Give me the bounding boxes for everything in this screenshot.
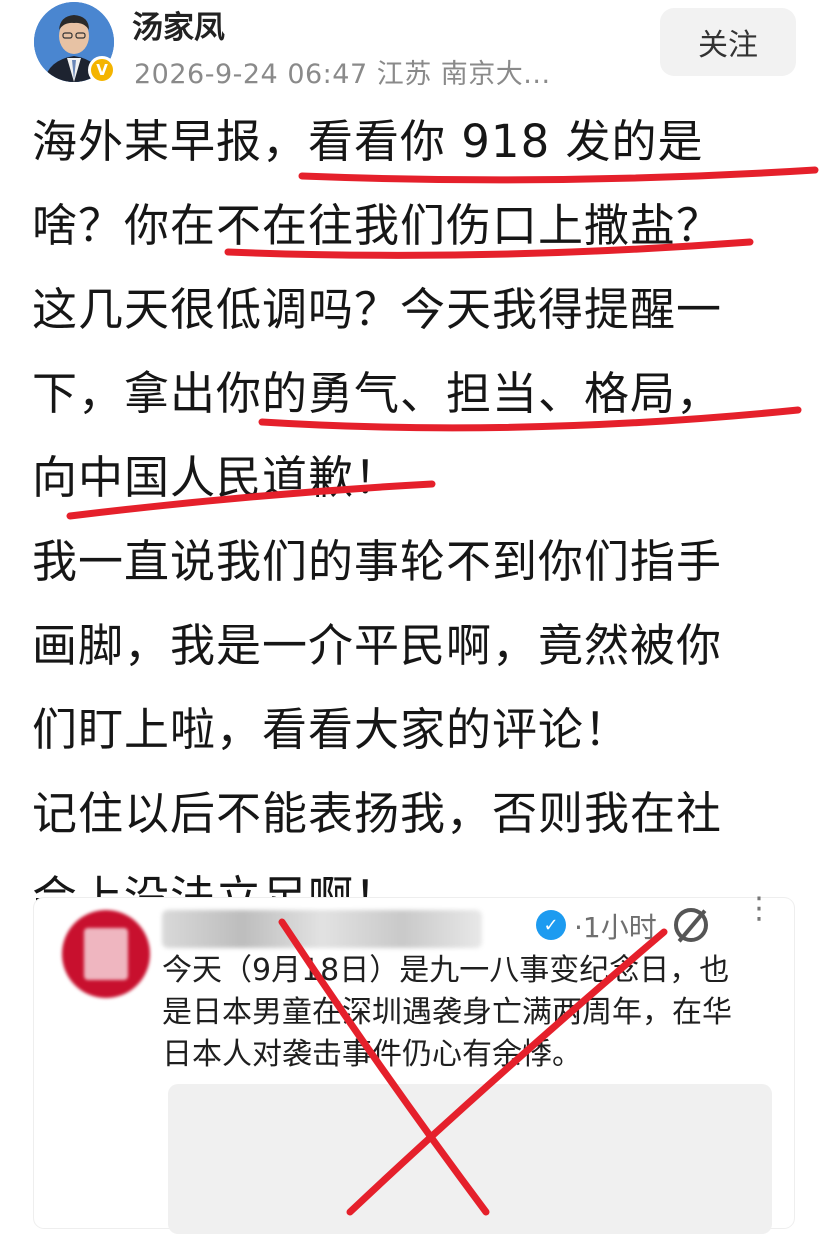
block-icon[interactable] — [674, 908, 708, 942]
quoted-author-name-blurred — [162, 910, 482, 948]
post-meta: 2026-9-24 06:47 江苏 南京大... — [134, 59, 551, 90]
post-line: 海外某早报，看看你 918 发的是 — [32, 115, 704, 168]
post-line: 这几天很低调吗？今天我得提醒一 — [32, 283, 723, 336]
post-body: 海外某早报，看看你 918 发的是 啥？你在不在往我们伤口上撒盐？ 这几天很低调… — [32, 100, 812, 940]
post-line: 下，拿出你的勇气、担当、格局， — [32, 367, 723, 420]
quoted-text-line: 今天（9月18日）是九一八事变纪念日，也 — [162, 953, 730, 988]
quoted-avatar[interactable] — [62, 910, 150, 998]
post-header: V 汤家凤 2026-9-24 06:47 江苏 南京大... 关注 — [0, 0, 819, 100]
quoted-text: 今天（9月18日）是九一八事变纪念日，也 是日本男童在深圳遇袭身亡满两周年，在华… — [162, 950, 782, 1076]
post-line: 我一直说我们的事轮不到你们指手 — [32, 535, 723, 588]
verified-badge-icon: V — [88, 56, 116, 84]
more-options-icon[interactable]: ⋮ — [744, 894, 774, 924]
quoted-verified-icon: ✓ — [536, 910, 566, 940]
follow-button[interactable]: 关注 — [660, 8, 796, 76]
quoted-image — [168, 1084, 772, 1234]
quoted-text-line: 日本人对袭击事件仍心有余悸。 — [162, 1037, 582, 1072]
post-line: 啥？你在不在往我们伤口上撒盐？ — [32, 199, 723, 252]
post-line: 记住以后不能表扬我，否则我在社 — [32, 787, 723, 840]
quoted-post-card[interactable]: ✓ ·1小时 ⋮ 今天（9月18日）是九一八事变纪念日，也 是日本男童在深圳遇袭… — [34, 894, 794, 1234]
author-name[interactable]: 汤家凤 — [132, 2, 225, 47]
post-line: 画脚，我是一介平民啊，竟然被你 — [32, 619, 723, 672]
quoted-timestamp: ·1小时 — [574, 911, 657, 944]
quoted-text-line: 是日本男童在深圳遇袭身亡满两周年，在华 — [162, 995, 732, 1030]
post-line: 向中国人民道歉！ — [32, 451, 401, 504]
post-line: 们盯上啦，看看大家的评论！ — [32, 703, 631, 756]
